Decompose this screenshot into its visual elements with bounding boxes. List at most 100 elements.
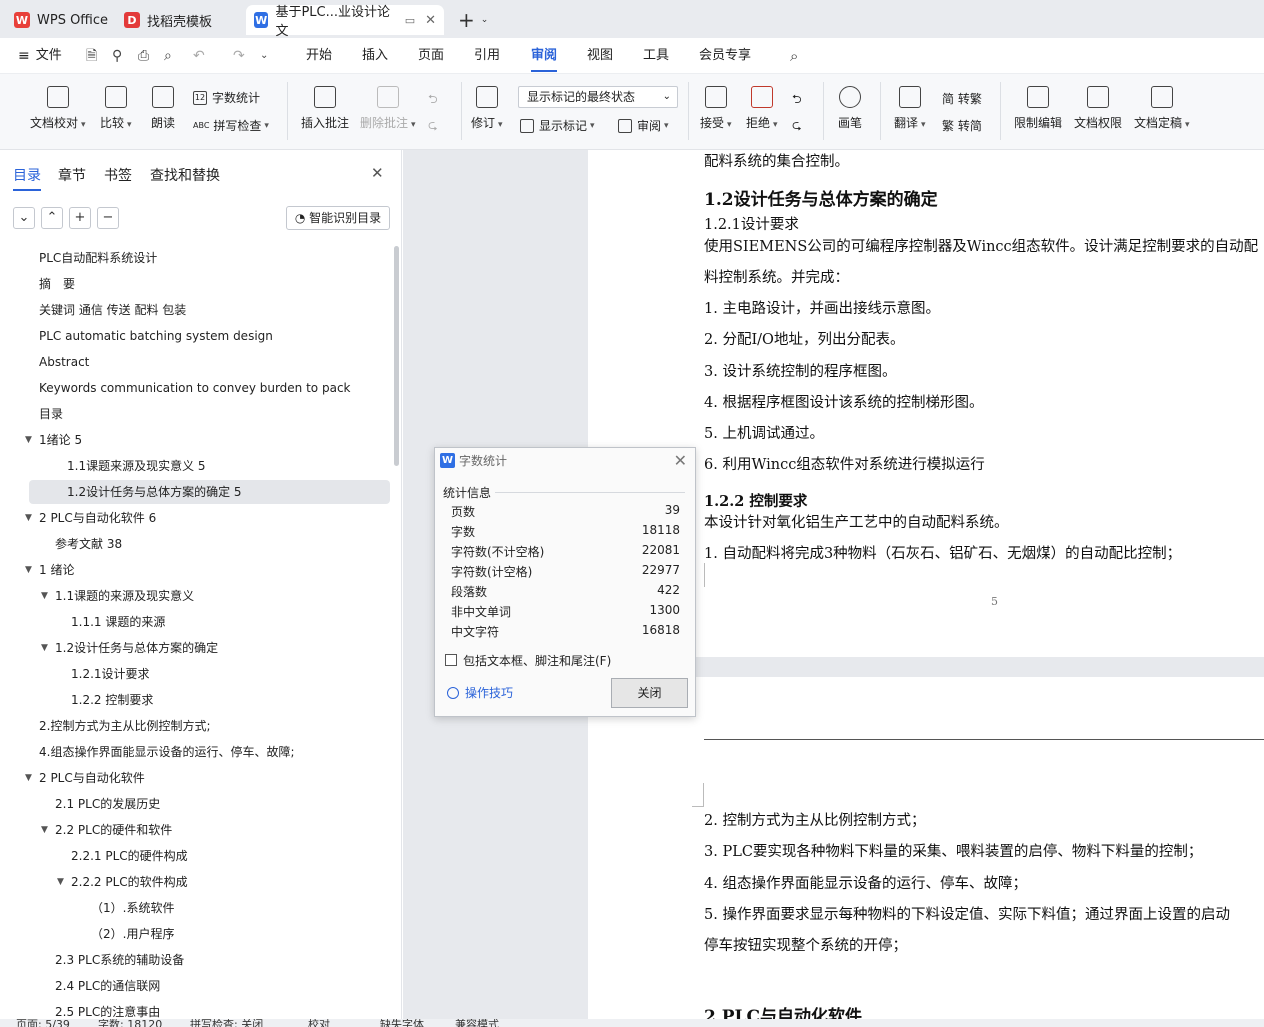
undo-icon[interactable]: ↶	[193, 46, 205, 66]
restrict-editing-button[interactable]: 限制编辑	[1014, 86, 1062, 131]
toc-item[interactable]: 1.1课题的来源及现实意义	[55, 584, 194, 608]
toc-item[interactable]: 2.1 PLC的发展历史	[55, 792, 160, 816]
toc-item[interactable]: PLC automatic batching system design	[39, 324, 273, 348]
toc-item[interactable]: Keywords communication to convey burden …	[39, 376, 350, 400]
status-page[interactable]: 页面: 5/39	[16, 1019, 70, 1027]
save-icon[interactable]: 🗎	[86, 46, 97, 66]
spell-check-button[interactable]: ABC 拼写检查 ▾	[193, 117, 269, 134]
toc-item[interactable]: 2.2.1 PLC的硬件构成	[71, 844, 188, 868]
print-preview-icon[interactable]: ⌕	[164, 46, 172, 66]
new-tab-button[interactable]: + ⌄	[458, 5, 488, 35]
menu-insert[interactable]: 插入	[362, 46, 388, 66]
menu-tools[interactable]: 工具	[643, 46, 669, 66]
expand-down-button[interactable]: ⌄	[13, 207, 35, 229]
prev-change-icon[interactable]: ⮌	[792, 90, 802, 111]
toc-item[interactable]: 2.2.2 PLC的软件构成	[71, 870, 188, 894]
toc-item[interactable]: 1.2.2 控制要求	[71, 688, 153, 712]
status-proof[interactable]: 校对	[308, 1019, 330, 1027]
collapse-arrow-icon[interactable]: ▼	[25, 513, 32, 523]
pen-button[interactable]: 画笔	[838, 86, 862, 131]
collapse-arrow-icon[interactable]: ▼	[41, 825, 48, 835]
toc-item[interactable]: 1.2设计任务与总体方案的确定	[55, 636, 218, 660]
toc-item[interactable]: 摘 要	[39, 272, 75, 296]
toc-item[interactable]: PLC自动配料系统设计	[39, 246, 157, 270]
insert-comment-button[interactable]: 插入批注	[301, 86, 349, 131]
tab-templates[interactable]: D 找稻壳模板	[124, 5, 212, 35]
smart-toc-button[interactable]: ◔ 智能识别目录	[286, 206, 390, 230]
nav-tab-chapters[interactable]: 章节	[58, 165, 86, 185]
prev-comment-icon[interactable]: ⮌	[428, 90, 438, 111]
markup-state-dropdown[interactable]: 显示标记的最终状态 ⌄	[518, 86, 678, 108]
menu-member[interactable]: 会员专享	[699, 46, 751, 66]
tab-document[interactable]: W 基于PLC...业设计论文 ▭ ✕	[246, 5, 444, 39]
collapse-up-button[interactable]: ⌃	[41, 207, 63, 229]
quick-access-more-icon[interactable]: ⌄	[260, 46, 268, 66]
doc-check-button[interactable]: 文档校对 ▾	[30, 86, 86, 131]
track-changes-button[interactable]: 修订 ▾	[471, 86, 503, 131]
window-restore-icon[interactable]: ▭	[405, 14, 415, 27]
toc-item[interactable]: 1.2.1设计要求	[71, 662, 150, 686]
show-markup-button[interactable]: 显示标记 ▾	[520, 117, 595, 134]
nav-tab-find-replace[interactable]: 查找和替换	[150, 165, 220, 185]
toc-item[interactable]: 1绪论 5	[39, 428, 82, 452]
print-icon[interactable]: ⎙	[138, 46, 149, 66]
to-traditional-button[interactable]: 简 转繁	[942, 90, 982, 107]
include-textbox-checkbox[interactable]	[445, 654, 457, 666]
share-icon[interactable]: ⚲	[112, 46, 122, 66]
translate-button[interactable]: 翻译 ▾	[894, 86, 926, 131]
menu-reference[interactable]: 引用	[474, 46, 500, 66]
next-change-icon[interactable]: ⮎	[792, 116, 802, 137]
toc-item-selected[interactable]: 1.2设计任务与总体方案的确定 5	[29, 480, 390, 504]
toc-item[interactable]: 2.2 PLC的硬件和软件	[55, 818, 172, 842]
menu-review[interactable]: 审阅	[531, 46, 558, 72]
add-heading-button[interactable]: +	[69, 207, 91, 229]
doc-permission-button[interactable]: 文档权限	[1074, 86, 1122, 131]
tab-wps-office[interactable]: W WPS Office	[14, 5, 108, 35]
menu-view[interactable]: 视图	[587, 46, 613, 66]
status-missing-font[interactable]: 缺失字体	[380, 1019, 424, 1027]
toc-item[interactable]: 关键词 通信 传送 配料 包装	[39, 298, 186, 322]
read-aloud-button[interactable]: 朗读	[151, 86, 175, 131]
reject-button[interactable]: 拒绝 ▾	[746, 86, 778, 131]
to-simplified-button[interactable]: 繁 转简	[942, 117, 982, 134]
collapse-arrow-icon[interactable]: ▼	[25, 773, 32, 783]
accept-button[interactable]: 接受 ▾	[700, 86, 732, 131]
status-words[interactable]: 字数: 18120	[98, 1019, 162, 1027]
toc-item[interactable]: 2.控制方式为主从比例控制方式;	[39, 714, 211, 738]
toc-item[interactable]: （1）.系统软件	[91, 896, 174, 920]
collapse-arrow-icon[interactable]: ▼	[41, 643, 48, 653]
toc-item[interactable]: 2 PLC与自动化软件	[39, 766, 145, 790]
toc-item[interactable]: 1.1.1 课题的来源	[71, 610, 165, 634]
collapse-arrow-icon[interactable]: ▼	[25, 435, 32, 445]
toc-item[interactable]: 2 PLC与自动化软件 6	[39, 506, 156, 530]
delete-comment-button[interactable]: 删除批注 ▾	[360, 86, 416, 131]
toc-item[interactable]: （2）.用户程序	[91, 922, 174, 946]
remove-heading-button[interactable]: −	[97, 207, 119, 229]
close-pane-icon[interactable]: ✕	[371, 164, 384, 182]
toc-scrollbar[interactable]	[394, 246, 399, 466]
compare-button[interactable]: 比较 ▾	[100, 86, 132, 131]
toc-item[interactable]: 1.1课题来源及现实意义 5	[67, 454, 206, 478]
next-comment-icon[interactable]: ⮎	[428, 116, 438, 137]
file-menu[interactable]: ≡ 文件	[18, 46, 62, 66]
toc-item[interactable]: 2.3 PLC系统的辅助设备	[55, 948, 184, 972]
collapse-arrow-icon[interactable]: ▼	[57, 877, 64, 887]
tips-link[interactable]: 操作技巧	[447, 684, 513, 701]
close-button[interactable]: 关闭	[611, 678, 688, 708]
toc-item[interactable]: 目录	[39, 402, 63, 426]
toc-item[interactable]: Abstract	[39, 350, 89, 374]
include-textbox-label[interactable]: 包括文本框、脚注和尾注(F)	[463, 652, 611, 669]
nav-tab-toc[interactable]: 目录	[13, 165, 41, 191]
menu-page[interactable]: 页面	[418, 46, 444, 66]
chevron-down-icon[interactable]: ⌄	[481, 15, 489, 25]
collapse-arrow-icon[interactable]: ▼	[25, 565, 32, 575]
close-icon[interactable]: ✕	[674, 451, 687, 470]
toc-item[interactable]: 1 绪论	[39, 558, 74, 582]
redo-icon[interactable]: ↷	[233, 46, 245, 66]
toc-item[interactable]: 2.4 PLC的通信联网	[55, 974, 160, 998]
collapse-arrow-icon[interactable]: ▼	[41, 591, 48, 601]
status-spell[interactable]: 拼写检查: 关闭	[190, 1019, 263, 1027]
toc-item[interactable]: 4.组态操作界面能显示设备的运行、停车、故障;	[39, 740, 295, 764]
search-icon[interactable]: ⌕	[790, 46, 798, 66]
menu-start[interactable]: 开始	[306, 46, 332, 66]
